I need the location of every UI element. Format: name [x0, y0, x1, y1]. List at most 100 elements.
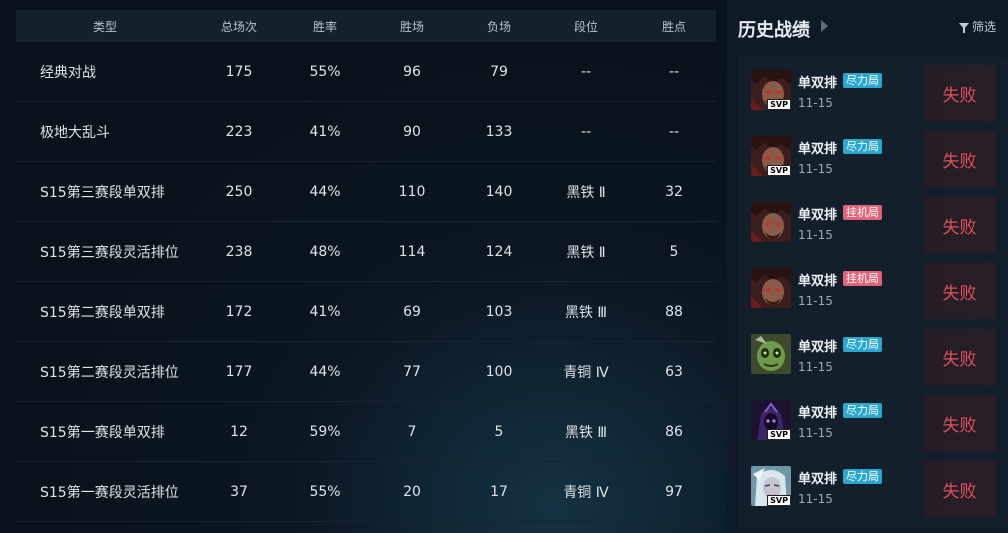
cell-total: 12	[230, 423, 248, 440]
cell-loss: 133	[485, 123, 513, 140]
match-result: 失败	[923, 131, 996, 187]
cell-lp: --	[668, 63, 680, 80]
svp-badge: SVP	[767, 495, 791, 506]
cell-total: 177	[225, 363, 253, 380]
table-body: 经典对战 175 55% 96 79 -- -- 极地大乱斗 223 41% 90 133 -- -- S1…	[16, 42, 716, 522]
cell-total: 250	[225, 183, 253, 200]
ranked-stats-table: 类型 总场次 胜率 胜场 负场 段位 胜点 经典对战 175 55% 96 79 -- --…	[16, 10, 716, 533]
cell-rate: 59%	[309, 423, 341, 440]
cell-win: 69	[403, 303, 421, 320]
match-card[interactable]: SVP 单双排 尽力局 11-15 失败	[738, 453, 1008, 519]
cell-type: S15第一赛段灵活排位	[40, 484, 179, 501]
cell-total: 238	[225, 243, 253, 260]
chevron-right-icon[interactable]	[821, 20, 828, 32]
cell-win: 96	[403, 63, 421, 80]
cell-win: 20	[403, 483, 421, 500]
table-row[interactable]: 经典对战 175 55% 96 79 -- --	[16, 42, 716, 102]
cell-rate: 44%	[309, 183, 341, 200]
match-card[interactable]: 单双排 挂机局 11-15 失败	[738, 189, 1008, 255]
cell-rank: 青铜 Ⅳ	[563, 364, 609, 381]
match-history-header: 历史战绩 筛选	[727, 0, 1008, 56]
cell-win: 7	[407, 423, 417, 440]
cell-type: S15第二赛段单双排	[40, 304, 165, 321]
match-mode: 单双排	[798, 340, 838, 355]
darius-icon	[751, 202, 791, 242]
match-mode: 单双排	[798, 406, 838, 421]
cell-type: 经典对战	[40, 64, 96, 81]
match-mode: 单双排	[798, 76, 838, 91]
game-client-window: 类型 总场次 胜率 胜场 负场 段位 胜点 经典对战 175 55% 96 79 -- --…	[0, 0, 1008, 533]
match-date: 11-15	[798, 492, 833, 506]
cell-type: S15第一赛段单双排	[40, 424, 165, 441]
table-header-row: 类型 总场次 胜率 胜场 负场 段位 胜点	[16, 10, 716, 42]
filter-label: 筛选	[971, 20, 996, 34]
match-tag-badge: 挂机局	[843, 205, 882, 220]
match-tag-badge: 尽力局	[843, 469, 882, 484]
match-result: 失败	[923, 197, 996, 253]
table-row[interactable]: S15第二赛段单双排 172 41% 69 103 黑铁 Ⅲ 88	[16, 282, 716, 342]
match-result: 失败	[923, 395, 996, 451]
match-tag-badge: 尽力局	[843, 139, 882, 154]
match-card[interactable]: 单双排 挂机局 11-15 失败	[738, 255, 1008, 321]
zombie-champion-icon	[751, 334, 791, 374]
cell-rank: 黑铁 Ⅲ	[564, 304, 608, 321]
match-card[interactable]: 单双排 尽力局 11-15 失败	[738, 321, 1008, 387]
cell-lp: 97	[665, 483, 683, 500]
cell-rank: --	[580, 123, 592, 140]
cell-rate: 41%	[309, 303, 341, 320]
table-row[interactable]: S15第一赛段单双排 12 59% 7 5 黑铁 Ⅲ 86	[16, 402, 716, 462]
match-date: 11-15	[798, 294, 833, 308]
svp-badge: SVP	[767, 429, 791, 440]
header-win: 胜场	[399, 19, 424, 34]
match-history-panel: 历史战绩 筛选 SVP 单双排 尽力局 11-15 失败 SVP 单双排 尽力局 11-15 失…	[727, 0, 1008, 533]
table-row[interactable]: S15第一赛段灵活排位 37 55% 20 17 青铜 Ⅳ 97	[16, 462, 716, 522]
darius-icon: SVP	[751, 70, 791, 110]
match-card[interactable]: SVP 单双排 尽力局 11-15 失败	[738, 123, 1008, 189]
header-loss: 负场	[486, 19, 511, 34]
match-mode: 单双排	[798, 274, 838, 289]
header-total: 总场次	[220, 19, 257, 34]
cell-rate: 41%	[309, 123, 341, 140]
cell-rate: 48%	[309, 243, 341, 260]
ice-champion-icon: SVP	[751, 466, 791, 506]
cell-total: 37	[230, 483, 248, 500]
cell-win: 90	[403, 123, 421, 140]
match-mode: 单双排	[798, 208, 838, 223]
cell-rank: --	[580, 63, 592, 80]
match-tag-badge: 尽力局	[843, 337, 882, 352]
header-rate: 胜率	[312, 19, 337, 34]
cell-lp: 86	[665, 423, 683, 440]
match-date: 11-15	[798, 162, 833, 176]
cell-lp: --	[668, 123, 680, 140]
match-date: 11-15	[798, 426, 833, 440]
table-row[interactable]: S15第二赛段灵活排位 177 44% 77 100 青铜 Ⅳ 63	[16, 342, 716, 402]
match-date: 11-15	[798, 228, 833, 242]
header-type: 类型	[92, 19, 117, 34]
match-mode: 单双排	[798, 472, 838, 487]
cell-total: 175	[225, 63, 253, 80]
cell-rank: 黑铁 Ⅱ	[566, 184, 606, 201]
cell-loss: 17	[490, 483, 508, 500]
darius-icon	[751, 268, 791, 308]
cell-loss: 100	[485, 363, 513, 380]
match-history-list: SVP 单双排 尽力局 11-15 失败 SVP 单双排 尽力局 11-15 失败 单双排 挂机局…	[738, 57, 1008, 529]
darius-icon: SVP	[751, 136, 791, 176]
match-result: 失败	[923, 263, 996, 319]
match-card[interactable]: SVP 单双排 尽力局 11-15 失败	[738, 57, 1008, 123]
match-date: 11-15	[798, 96, 833, 110]
match-card[interactable]: SVP 单双排 尽力局 11-15 失败	[738, 387, 1008, 453]
table-row[interactable]: S15第三赛段灵活排位 238 48% 114 124 黑铁 Ⅱ 5	[16, 222, 716, 282]
match-tag-badge: 尽力局	[843, 73, 882, 88]
table-row[interactable]: S15第三赛段单双排 250 44% 110 140 黑铁 Ⅱ 32	[16, 162, 716, 222]
match-tag-badge: 挂机局	[843, 271, 882, 286]
match-result: 失败	[923, 329, 996, 385]
match-result: 失败	[923, 65, 996, 121]
cell-total: 172	[225, 303, 253, 320]
cell-win: 77	[403, 363, 421, 380]
filter-button[interactable]: 筛选	[958, 18, 996, 35]
table-row[interactable]: 极地大乱斗 223 41% 90 133 -- --	[16, 102, 716, 162]
cell-win: 114	[398, 243, 426, 260]
match-result: 失败	[923, 461, 996, 517]
cell-rate: 44%	[309, 363, 341, 380]
cell-type: S15第三赛段单双排	[40, 184, 165, 201]
